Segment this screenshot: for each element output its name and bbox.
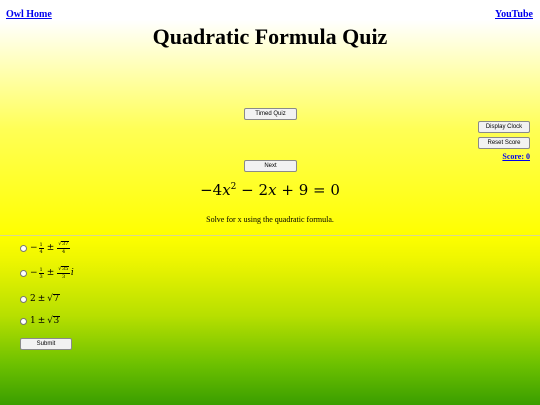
next-button[interactable]: Next bbox=[244, 160, 297, 172]
youtube-link[interactable]: YouTube bbox=[495, 9, 533, 20]
choice-2-fraction: 1 3 bbox=[38, 266, 44, 280]
score-display: Score: 0 bbox=[502, 152, 530, 161]
plus-minus: ± bbox=[46, 268, 55, 278]
choice-4-radicand: 3 bbox=[53, 315, 60, 326]
imaginary-unit: i bbox=[70, 268, 74, 278]
answer-choice-3[interactable]: 2 ± √ 7 bbox=[20, 291, 60, 307]
quadratic-equation: −4x2 − 2x + 9 = 0 bbox=[0, 181, 540, 199]
radio-button[interactable] bbox=[20, 295, 27, 303]
choice-2-radicand: 35 bbox=[61, 266, 69, 273]
answer-choice-4[interactable]: 1 ± √ 3 bbox=[20, 313, 60, 329]
choice-4-whole: 1 bbox=[30, 316, 36, 326]
equation-rhs: 0 bbox=[330, 181, 340, 199]
page-background-bottom bbox=[0, 235, 540, 405]
plus-minus: ± bbox=[37, 316, 46, 326]
submit-button[interactable]: Submit bbox=[20, 338, 72, 350]
equation-var-2: x bbox=[268, 181, 277, 199]
equation-b: 2 bbox=[258, 181, 269, 199]
plus-minus: ± bbox=[46, 243, 55, 253]
display-clock-button[interactable]: Display Clock bbox=[478, 121, 530, 133]
sqrt-symbol: √ 7 bbox=[47, 293, 60, 304]
sqrt-symbol: √ 37 bbox=[57, 241, 70, 249]
answer-choice-2[interactable]: − 1 3 ± √ 35 3 i bbox=[20, 265, 74, 281]
choice-2-denominator: 3 bbox=[39, 273, 43, 280]
sqrt-symbol: √ 35 bbox=[57, 266, 70, 274]
equation-equals: = bbox=[313, 181, 326, 199]
timed-quiz-button[interactable]: Timed Quiz bbox=[244, 108, 297, 120]
page-title: Quadratic Formula Quiz bbox=[152, 24, 388, 49]
choice-1-root-fraction: √ 37 4 bbox=[57, 241, 70, 255]
equation-exponent: 2 bbox=[230, 182, 237, 192]
choice-2-root-fraction: √ 35 3 bbox=[57, 266, 70, 280]
plus-minus: ± bbox=[37, 294, 46, 304]
choice-2-root-denominator: 3 bbox=[61, 273, 66, 280]
choice-1-numerator: 1 bbox=[38, 241, 44, 249]
answer-choice-1[interactable]: − 1 4 ± √ 37 4 bbox=[20, 240, 71, 256]
question-instruction: Solve for x using the quadratic formula. bbox=[206, 215, 334, 224]
choice-3-whole: 2 bbox=[30, 294, 36, 304]
choice-1-fraction: 1 4 bbox=[38, 241, 44, 255]
reset-score-button[interactable]: Reset Score bbox=[478, 137, 530, 149]
choice-3-radicand: 7 bbox=[53, 293, 60, 304]
equation-c: 9 bbox=[298, 181, 309, 199]
choice-2-sign: − bbox=[30, 268, 38, 278]
sqrt-symbol: √ 3 bbox=[47, 315, 60, 326]
choice-1-denominator: 4 bbox=[39, 248, 43, 255]
choice-1-root-denominator: 4 bbox=[61, 248, 66, 255]
equation-c-sign: + bbox=[281, 181, 294, 199]
section-divider bbox=[0, 235, 540, 236]
owl-home-link[interactable]: Owl Home bbox=[6, 9, 52, 20]
radio-button[interactable] bbox=[20, 269, 27, 277]
equation-var: x bbox=[222, 181, 231, 199]
choice-1-radicand: 37 bbox=[61, 241, 69, 248]
choice-2-numerator: 1 bbox=[38, 266, 44, 274]
choice-1-sign: − bbox=[30, 243, 38, 253]
equation-b-sign: − bbox=[241, 181, 254, 199]
radio-button[interactable] bbox=[20, 317, 27, 325]
equation-a: −4 bbox=[200, 181, 223, 199]
radio-button[interactable] bbox=[20, 244, 27, 252]
